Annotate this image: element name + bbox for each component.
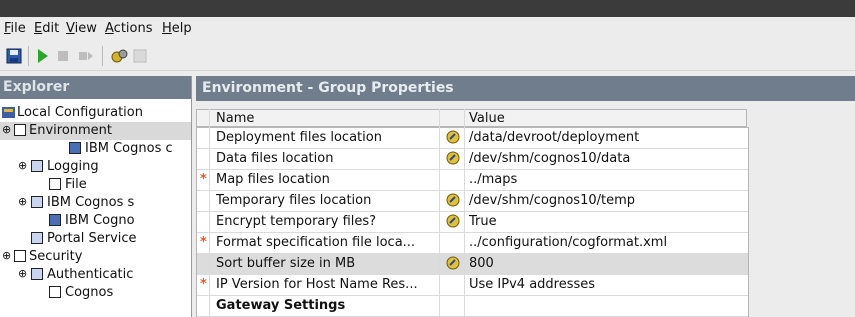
required-asterisk: * — [200, 172, 207, 187]
edit-value-icon[interactable] — [446, 130, 460, 144]
folder-icon — [31, 268, 43, 280]
menu-actions[interactable]: Actions — [105, 21, 153, 36]
file-icon — [49, 286, 61, 298]
table-row[interactable]: Temporary files location /dev/shm/cognos… — [197, 191, 748, 212]
component-icon — [49, 214, 61, 226]
properties-pane: Environment - Group Properties Name Valu… — [196, 76, 855, 317]
table-row[interactable]: Sort buffer size in MB 800 — [197, 254, 748, 275]
expand-icon[interactable]: ⊕ — [2, 249, 11, 262]
tree-item-authentication[interactable]: ⊕ Authenticatic — [0, 266, 191, 284]
component-icon — [69, 142, 81, 154]
properties-table: Deployment files location /data/devroot/… — [196, 127, 749, 317]
explorer-header: Explorer — [0, 76, 191, 99]
config-icon — [2, 107, 15, 118]
explorer-pane: Explorer Local Configuration ⊕ Environme… — [0, 76, 192, 317]
tree-item-cognos[interactable]: Cognos — [0, 284, 191, 302]
toolbar-separator — [28, 46, 29, 66]
menu-view[interactable]: View — [66, 21, 97, 36]
folder-icon — [31, 232, 43, 244]
folder-icon — [31, 160, 43, 172]
expand-icon[interactable]: ⊕ — [18, 195, 27, 208]
column-name[interactable]: Name — [216, 111, 254, 126]
required-asterisk: * — [200, 235, 207, 250]
column-value[interactable]: Value — [469, 111, 505, 126]
group-icon — [14, 124, 26, 136]
grid-icon[interactable] — [133, 48, 147, 64]
tree-item-ibm-cogno[interactable]: IBM Cogno — [0, 212, 191, 230]
group-icon — [14, 250, 26, 262]
menu-edit[interactable]: Edit — [34, 21, 59, 36]
tree-item-logging[interactable]: ⊕ Logging — [0, 158, 191, 176]
test-icon[interactable] — [111, 48, 129, 64]
toolbar — [0, 41, 855, 71]
required-asterisk: * — [200, 277, 207, 292]
toolbar-separator — [102, 46, 103, 66]
properties-header: Environment - Group Properties — [196, 76, 855, 101]
tree-item-ibm-cognos-c[interactable]: IBM Cognos c — [0, 140, 191, 158]
edit-value-icon[interactable] — [446, 151, 460, 165]
step-icon[interactable] — [78, 48, 94, 64]
table-row[interactable]: * IP Version for Host Name Res... Use IP… — [197, 275, 748, 296]
column-divider — [464, 109, 465, 317]
column-divider — [209, 109, 210, 317]
expand-icon[interactable]: ⊕ — [18, 159, 27, 172]
tree-item-file[interactable]: File — [0, 176, 191, 194]
tree-item-local-configuration[interactable]: Local Configuration — [0, 104, 191, 122]
menu-help[interactable]: Help — [162, 21, 192, 36]
table-row[interactable]: * Map files location ../maps — [197, 170, 748, 191]
edit-value-icon[interactable] — [446, 193, 460, 207]
expand-icon[interactable]: ⊕ — [18, 267, 27, 280]
table-row[interactable]: Encrypt temporary files? True — [197, 212, 748, 233]
tree-item-environment[interactable]: ⊕ Environment — [0, 122, 191, 140]
section-row[interactable]: Gateway Settings — [197, 296, 748, 317]
menu-bar: File Edit View Actions Help — [0, 17, 855, 41]
tree-item-ibm-cognos-s[interactable]: ⊕ IBM Cognos s — [0, 194, 191, 212]
table-row[interactable]: * Format specification file loca... ../c… — [197, 233, 748, 254]
save-icon[interactable] — [6, 48, 22, 64]
table-row[interactable]: Deployment files location /data/devroot/… — [197, 128, 748, 149]
expand-icon[interactable]: ⊕ — [2, 123, 11, 136]
column-divider — [439, 109, 440, 317]
edit-value-icon[interactable] — [446, 256, 460, 270]
window-title-bar — [0, 0, 855, 17]
table-row[interactable]: Data files location /dev/shm/cognos10/da… — [197, 149, 748, 170]
properties-table-header: Name Value — [196, 109, 747, 127]
tree-item-security[interactable]: ⊕ Security — [0, 248, 191, 266]
play-icon[interactable] — [37, 48, 49, 64]
file-icon — [49, 178, 61, 190]
menu-file[interactable]: File — [4, 21, 26, 36]
tree-item-portal-service[interactable]: Portal Service — [0, 230, 191, 248]
folder-icon — [31, 196, 43, 208]
stop-icon[interactable] — [57, 48, 69, 64]
edit-value-icon[interactable] — [446, 214, 460, 228]
